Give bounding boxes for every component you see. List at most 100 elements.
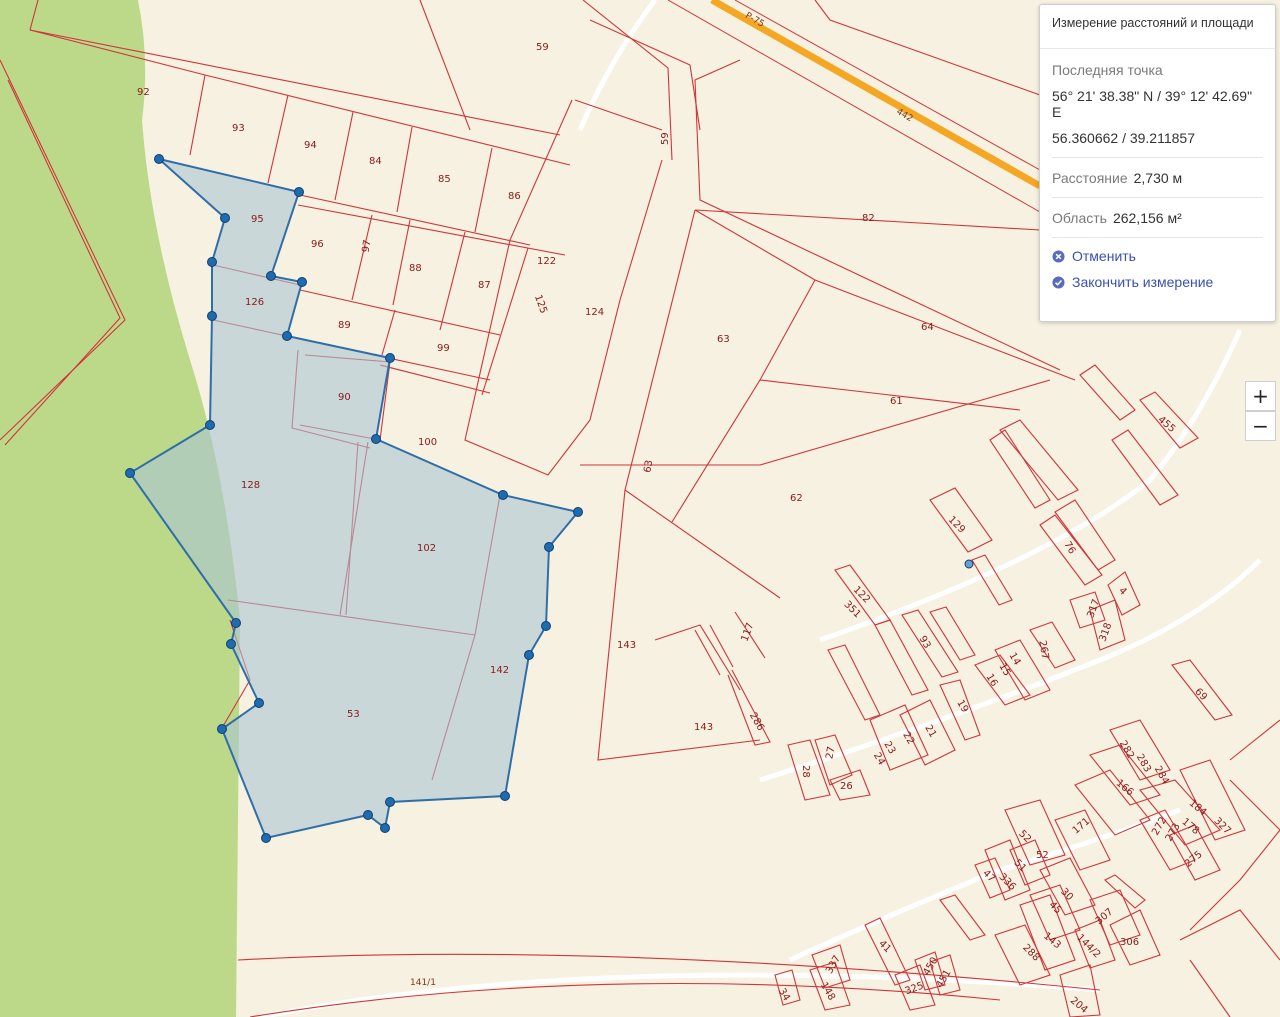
vertex-handle[interactable] <box>385 797 395 807</box>
finish-measurement-button[interactable]: Закончить измерение <box>1052 274 1263 290</box>
distance-value: 2,730 м <box>1133 170 1183 186</box>
parcel-label: 306 <box>1120 937 1139 948</box>
parcel-label: 30 <box>1058 886 1075 903</box>
last-point-label: Последняя точка <box>1052 62 1163 78</box>
parcel-label: 317 <box>1085 598 1102 620</box>
parcel-label: 93 <box>917 634 933 651</box>
vertex-handle[interactable] <box>220 213 230 223</box>
vertex-handle[interactable] <box>266 271 276 281</box>
parcel-label: 325 <box>904 980 926 997</box>
vertex-handle[interactable] <box>205 420 215 430</box>
vertex-handle[interactable] <box>231 618 241 628</box>
vertex-handle[interactable] <box>294 187 304 197</box>
vertex-handle[interactable] <box>226 639 236 649</box>
parcel-label: 143 <box>1041 931 1063 952</box>
parcel-label: 99 <box>437 343 450 354</box>
parcel-label: 59 <box>660 132 671 145</box>
parcel-label: 28 <box>800 765 811 778</box>
parcel-label: 129 <box>946 514 967 535</box>
parcel-label: 97 <box>361 239 374 253</box>
parcel-label: 288 <box>1020 942 1041 963</box>
parcel-label: 144/2 <box>1074 932 1102 960</box>
parcel-label: 26 <box>840 781 853 792</box>
cancel-button[interactable]: Отменить <box>1052 248 1263 264</box>
parcel-label: 275 <box>1183 849 1205 870</box>
parcel-label: 327 <box>1212 816 1233 837</box>
parcel-label: 337 <box>824 954 843 976</box>
vertex-handle[interactable] <box>541 621 551 631</box>
parcel-label: 24 <box>871 751 887 768</box>
parcel-label: 124 <box>585 307 604 318</box>
parcel-label: 126 <box>245 297 264 308</box>
divider <box>1052 157 1263 158</box>
parcel-label: 88 <box>409 263 422 274</box>
parcel-label: 94 <box>304 140 317 151</box>
road-label-141-1: 141/1 <box>410 978 436 988</box>
check-circle-icon <box>1052 275 1065 289</box>
vertex-handle[interactable] <box>207 311 217 321</box>
panel-title: Измерение расстояний и площади <box>1040 5 1275 49</box>
parcel-label: 87 <box>478 280 491 291</box>
vertex-handle[interactable] <box>500 791 510 801</box>
vertex-handle[interactable] <box>297 277 307 287</box>
parcel-label: 63 <box>717 334 730 345</box>
vertex-handle[interactable] <box>254 698 264 708</box>
coords-decimal: 56.360662 / 39.211857 <box>1052 130 1195 146</box>
vertex-handle[interactable] <box>371 434 381 444</box>
parcel-label: 69 <box>1192 686 1209 703</box>
parcel-label: 62 <box>790 493 803 504</box>
vertex-handle[interactable] <box>154 154 164 164</box>
parcel-label: 92 <box>137 87 150 98</box>
zoom-out-button[interactable]: − <box>1245 411 1276 441</box>
parcel-label: 84 <box>369 156 382 167</box>
vertex-handle[interactable] <box>524 650 534 660</box>
parcel-label: 204 <box>1068 995 1090 1016</box>
parcel-label: 4 <box>1116 585 1128 597</box>
parcel-label: 85 <box>438 174 451 185</box>
parcel-label: 178 <box>1179 816 1201 837</box>
parcel-label: 95 <box>251 214 264 225</box>
parcel-label: 63 <box>642 459 655 473</box>
vertex-handle[interactable] <box>217 724 227 734</box>
parcel-label: 184 <box>1187 798 1209 819</box>
area-row: Область 262,156 м² <box>1052 210 1263 226</box>
close-circle-icon <box>1052 249 1065 263</box>
vertex-handle[interactable] <box>261 833 271 843</box>
divider <box>1052 197 1263 198</box>
vertex-handle[interactable] <box>544 542 554 552</box>
parcel-label: 283 <box>1134 752 1153 774</box>
finish-label: Закончить измерение <box>1072 274 1214 290</box>
parcel-label: 45 <box>1047 900 1064 917</box>
parcel-label: 27 <box>824 746 837 760</box>
vertex-handle[interactable] <box>573 507 583 517</box>
cursor-point[interactable] <box>964 559 974 569</box>
parcel-label: 336 <box>997 872 1018 893</box>
area-value: 262,156 м² <box>1112 210 1182 226</box>
parcel-label: 143 <box>694 722 713 733</box>
parcel-label: 351 <box>842 599 863 620</box>
vertex-handle[interactable] <box>380 823 390 833</box>
parcel-label: 117 <box>740 621 757 643</box>
vertex-handle[interactable] <box>498 490 508 500</box>
vertex-handle[interactable] <box>363 810 373 820</box>
vertex-handle[interactable] <box>207 257 217 267</box>
coords-dms: 56° 21' 38.38" N / 39° 12' 42.69" E <box>1052 88 1253 120</box>
vertex-handle[interactable] <box>125 468 135 478</box>
vertex-handle[interactable] <box>385 353 395 363</box>
parcel-label: 64 <box>921 322 934 333</box>
parcel-label: 122 <box>537 256 556 267</box>
parcel-label: 16 <box>984 672 1000 689</box>
parcel-label: 52 <box>1036 850 1049 861</box>
zoom-in-button[interactable]: + <box>1245 381 1276 411</box>
parcel-label: 76 <box>1061 540 1077 557</box>
parcel-label: 90 <box>338 392 351 403</box>
parcel-label: 96 <box>311 239 324 250</box>
divider <box>1052 237 1263 238</box>
parcel-label: 128 <box>241 480 260 491</box>
cancel-label: Отменить <box>1072 248 1136 264</box>
parcel-label: 102 <box>417 543 436 554</box>
parcel-label: 82 <box>862 213 875 224</box>
vertex-handle[interactable] <box>282 331 292 341</box>
parcel-label: 318 <box>1098 621 1115 643</box>
area-label: Область <box>1052 210 1107 226</box>
